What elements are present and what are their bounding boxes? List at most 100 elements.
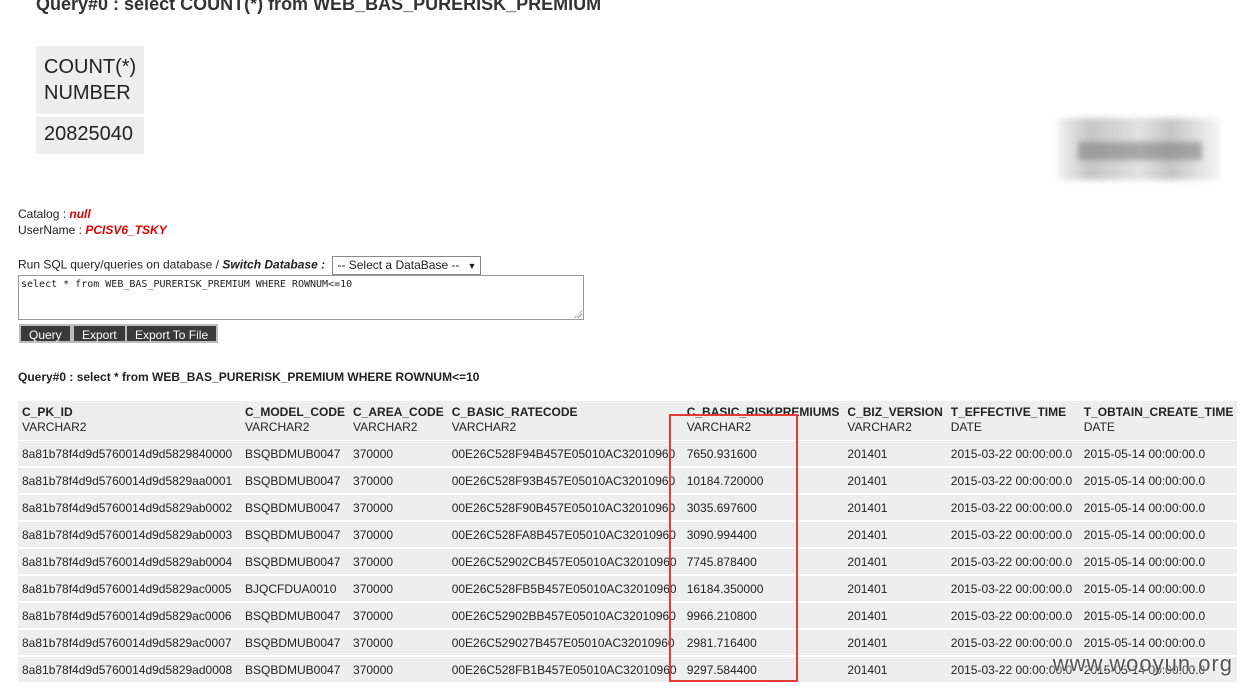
table-row: 8a81b78f4d9d5760014d9d5829ac0005 BJQCFDUA… bbox=[18, 576, 1238, 603]
sql-query-text: select * from WEB_BAS_PURERISK_PREMIUM W… bbox=[21, 279, 353, 290]
table-cell: 8a81b78f4d9d5760014d9d5829aa0001 bbox=[18, 468, 241, 495]
column-header: C_MODEL_CODE VARCHAR2 bbox=[241, 401, 350, 441]
table-row: 8a81b78f4d9d5760014d9d5829840000 BSQBDMUB… bbox=[18, 441, 1238, 468]
table-cell: 00E26C529027B457E05010AC32010960 bbox=[447, 630, 683, 657]
column-header: C_AREA_CODE VARCHAR2 bbox=[349, 401, 448, 441]
table-cell: 370000 bbox=[349, 549, 448, 576]
table-cell: 2015-03-22 00:00:00.0 bbox=[946, 495, 1080, 522]
table-cell: 2015-03-22 00:00:00.0 bbox=[946, 522, 1080, 549]
column-header: C_BASIC_RISKPREMIUMS VARCHAR2 bbox=[682, 401, 844, 441]
username-value: PCISV6_TSKY bbox=[85, 223, 167, 237]
watermark: www.wooyun.org bbox=[1052, 651, 1233, 676]
table-cell: 201401 bbox=[843, 549, 947, 576]
column-header: C_BIZ_VERSION VARCHAR2 bbox=[843, 401, 947, 441]
table-cell: 00E26C528F93B457E05010AC32010960 bbox=[447, 468, 683, 495]
sql-query-textarea[interactable]: select * from WEB_BAS_PURERISK_PREMIUM W… bbox=[18, 275, 584, 320]
table-cell: 2015-05-14 00:00:00.0 bbox=[1079, 468, 1238, 495]
table-cell: 00E26C528F94B457E05010AC32010960 bbox=[447, 441, 683, 468]
table-row: 8a81b78f4d9d5760014d9d5829ac0006 BSQBDMUB… bbox=[18, 603, 1238, 630]
table-cell: 370000 bbox=[349, 576, 448, 603]
table-cell: 370000 bbox=[349, 468, 448, 495]
query-title: Query#0 : select COUNT(*) from WEB_BAS_P… bbox=[36, 0, 602, 14]
table-cell: 00E26C52902CB457E05010AC32010960 bbox=[447, 549, 683, 576]
table-cell: 7745.878400 bbox=[682, 549, 844, 576]
table-cell: 201401 bbox=[843, 576, 947, 603]
table-cell: 201401 bbox=[843, 522, 947, 549]
count-result-table: COUNT(*) NUMBER 20825040 bbox=[36, 46, 145, 154]
table-cell: 2015-05-14 00:00:00.0 bbox=[1079, 441, 1238, 468]
table-cell: BSQBDMUB0047 bbox=[241, 495, 350, 522]
username-label: UserName : bbox=[18, 223, 83, 237]
column-header: T_OBTAIN_CREATE_TIME DATE bbox=[1079, 401, 1238, 441]
table-cell: 7650.931600 bbox=[682, 441, 844, 468]
table-cell: 00E26C528FB1B457E05010AC32010960 bbox=[447, 657, 683, 684]
table-cell: 201401 bbox=[843, 603, 947, 630]
table-row: 8a81b78f4d9d5760014d9d5829ab0004 BSQBDMUB… bbox=[18, 549, 1238, 576]
count-column-header: COUNT(*) NUMBER bbox=[36, 46, 145, 117]
table-cell: 201401 bbox=[843, 495, 947, 522]
result-query-title: Query#0 : select * from WEB_BAS_PURERISK… bbox=[18, 370, 480, 384]
table-cell: 8a81b78f4d9d5760014d9d5829ab0003 bbox=[18, 522, 241, 549]
count-value: 20825040 bbox=[36, 117, 145, 154]
table-cell: BSQBDMUB0047 bbox=[241, 468, 350, 495]
table-cell: 2015-05-14 00:00:00.0 bbox=[1079, 495, 1238, 522]
table-cell: 10184.720000 bbox=[682, 468, 844, 495]
table-cell: 2015-03-22 00:00:00.0 bbox=[946, 549, 1080, 576]
table-cell: 9966.210800 bbox=[682, 603, 844, 630]
table-cell: 2015-05-14 00:00:00.0 bbox=[1079, 522, 1238, 549]
column-header: T_EFFECTIVE_TIME DATE bbox=[946, 401, 1080, 441]
table-cell: 2981.716400 bbox=[682, 630, 844, 657]
connection-info: Catalog : null UserName : PCISV6_TSKY bbox=[18, 206, 167, 238]
count-column-type: NUMBER bbox=[44, 82, 131, 104]
table-cell: 00E26C528F90B457E05010AC32010960 bbox=[447, 495, 683, 522]
database-select-value: -- Select a DataBase -- bbox=[337, 258, 460, 272]
database-select[interactable]: -- Select a DataBase -- ▼ bbox=[332, 256, 482, 275]
chevron-down-icon: ▼ bbox=[467, 261, 477, 271]
table-cell: 201401 bbox=[843, 468, 947, 495]
table-cell: 370000 bbox=[349, 495, 448, 522]
table-cell: 9297.584400 bbox=[682, 657, 844, 684]
table-cell: 370000 bbox=[349, 441, 448, 468]
table-cell: 201401 bbox=[843, 441, 947, 468]
query-button[interactable]: Query bbox=[19, 324, 72, 343]
table-cell: 8a81b78f4d9d5760014d9d5829ac0006 bbox=[18, 603, 241, 630]
column-header: C_BASIC_RATECODE VARCHAR2 bbox=[447, 401, 683, 441]
table-cell: BJQCFDUA0010 bbox=[241, 576, 350, 603]
run-sql-label: Run SQL query/queries on database / bbox=[18, 257, 220, 272]
table-cell: 370000 bbox=[349, 603, 448, 630]
table-cell: 2015-05-14 00:00:00.0 bbox=[1079, 603, 1238, 630]
table-cell: 8a81b78f4d9d5760014d9d5829ab0004 bbox=[18, 549, 241, 576]
table-cell: 00E26C528FA8B457E05010AC32010960 bbox=[447, 522, 683, 549]
run-sql-line: Run SQL query/queries on database / Swit… bbox=[18, 256, 482, 275]
table-cell: 370000 bbox=[349, 630, 448, 657]
catalog-value: null bbox=[69, 207, 91, 221]
export-button[interactable]: Export bbox=[72, 324, 127, 343]
resize-grip-icon[interactable] bbox=[574, 310, 582, 318]
table-cell: 8a81b78f4d9d5760014d9d5829840000 bbox=[18, 441, 241, 468]
table-cell: BSQBDMUB0047 bbox=[241, 603, 350, 630]
table-cell: 3090.994400 bbox=[682, 522, 844, 549]
result-table: C_PK_ID VARCHAR2 C_MODEL_CODE VARCHAR2 C_A… bbox=[18, 401, 1238, 684]
table-cell: 201401 bbox=[843, 630, 947, 657]
table-cell: 2015-05-14 00:00:00.0 bbox=[1079, 549, 1238, 576]
table-cell: 8a81b78f4d9d5760014d9d5829ac0005 bbox=[18, 576, 241, 603]
column-header: C_PK_ID VARCHAR2 bbox=[18, 401, 241, 441]
table-cell: BSQBDMUB0047 bbox=[241, 522, 350, 549]
table-row: 8a81b78f4d9d5760014d9d5829aa0001 BSQBDMUB… bbox=[18, 468, 1238, 495]
table-row: 8a81b78f4d9d5760014d9d5829ab0002 BSQBDMUB… bbox=[18, 495, 1238, 522]
export-to-file-button[interactable]: Export To File bbox=[125, 324, 219, 343]
count-column-name: COUNT(*) bbox=[44, 56, 137, 78]
table-cell: 2015-03-22 00:00:00.0 bbox=[946, 603, 1080, 630]
table-cell: 3035.697600 bbox=[682, 495, 844, 522]
table-cell: 2015-03-22 00:00:00.0 bbox=[946, 576, 1080, 603]
table-cell: 2015-03-22 00:00:00.0 bbox=[946, 468, 1080, 495]
table-cell: BSQBDMUB0047 bbox=[241, 549, 350, 576]
switch-database-label: Switch Database : bbox=[222, 257, 326, 272]
table-cell: BSQBDMUB0047 bbox=[241, 657, 350, 684]
catalog-label: Catalog : bbox=[18, 207, 67, 221]
blurred-logo bbox=[1058, 118, 1220, 180]
table-cell: 8a81b78f4d9d5760014d9d5829ab0002 bbox=[18, 495, 241, 522]
table-cell: BSQBDMUB0047 bbox=[241, 630, 350, 657]
table-cell: 370000 bbox=[349, 657, 448, 684]
table-cell: 8a81b78f4d9d5760014d9d5829ac0007 bbox=[18, 630, 241, 657]
